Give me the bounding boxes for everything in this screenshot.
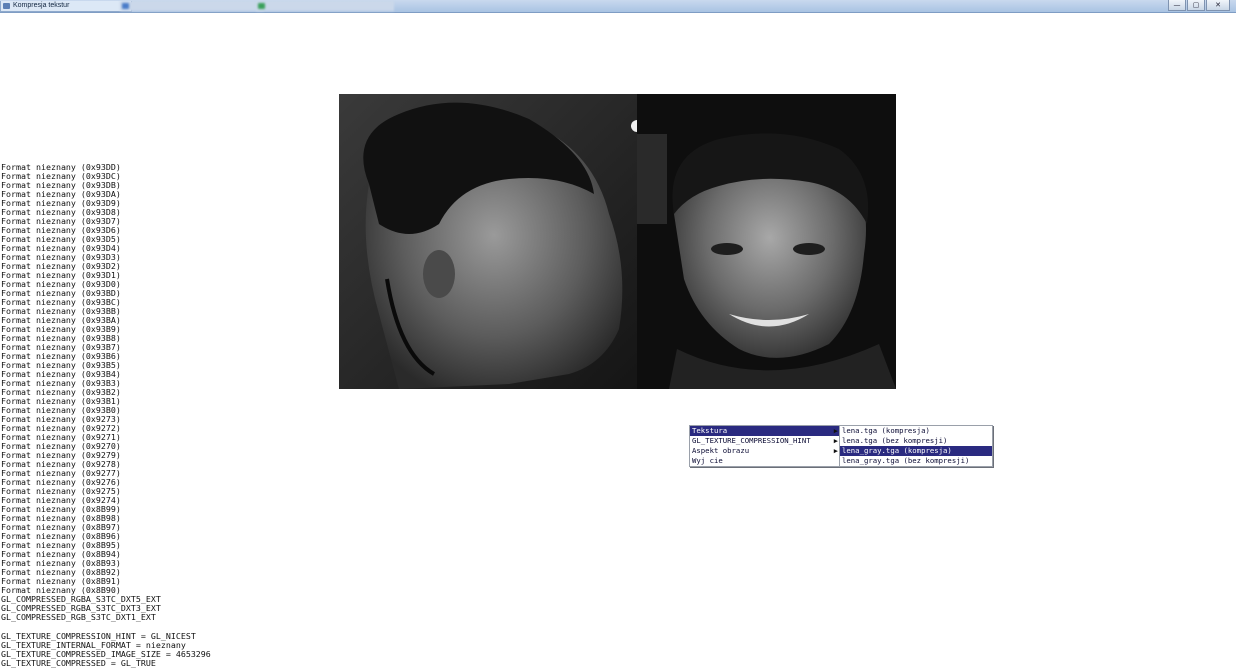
submenu-item-label: lena_gray.tga (bez kompresji)	[842, 456, 970, 465]
close-button[interactable]: ✕	[1206, 0, 1230, 11]
gl-texture-info: GL_TEXTURE_COMPRESSION_HINT = GL_NICEST G…	[1, 632, 211, 668]
minimize-icon: —	[1173, 1, 1181, 9]
sign-board	[637, 134, 667, 224]
right-eye	[793, 243, 825, 255]
context-menu: Tekstura ▶ GL_TEXTURE_COMPRESSION_HINT ▶ Asp…	[689, 425, 840, 467]
close-icon: ✕	[1215, 1, 1221, 9]
texture-viewport	[339, 94, 896, 389]
app-icon	[3, 3, 10, 9]
menu-item-2[interactable]: Aspekt obrazu ▶	[690, 446, 839, 456]
texture-submenu: lena.tga (kompresja) lena.tga (bez kompre…	[839, 425, 993, 467]
menu-item-label: Aspekt obrazu	[692, 446, 750, 455]
taskbar-item-3[interactable]	[256, 1, 394, 11]
submenu-item-1[interactable]: lena.tga (bez kompresji)	[840, 436, 992, 446]
maximize-button[interactable]: ▢	[1187, 0, 1205, 11]
submenu-item-0[interactable]: lena.tga (kompresja)	[840, 426, 992, 436]
submenu-arrow-icon: ▶	[833, 427, 838, 435]
submenu-item-label: lena.tga (bez kompresji)	[842, 436, 948, 445]
window-title: Kompresja tekstur	[13, 2, 70, 9]
submenu-arrow-icon: ▶	[833, 437, 838, 445]
menu-item-1[interactable]: GL_TEXTURE_COMPRESSION_HINT ▶	[690, 436, 839, 446]
menu-item-3[interactable]: Wyj cie	[690, 456, 839, 466]
menu-item-label: Wyj cie	[692, 456, 723, 465]
submenu-arrow-icon: ▶	[833, 447, 838, 455]
submenu-item-label: lena_gray.tga (kompresja)	[842, 446, 952, 455]
window-controls: — ▢ ✕	[1168, 0, 1230, 11]
left-eye	[711, 243, 743, 255]
window-title-bar: Kompresja tekstur — ▢ ✕	[0, 0, 1236, 13]
menu-item-label: Tekstura	[692, 426, 728, 435]
gl-info-line: GL_TEXTURE_COMPRESSED = GL_TRUE	[1, 658, 156, 668]
profile-ear	[423, 250, 455, 298]
compressed-formats-list: Format nieznany (0x93DD) Format nieznany …	[1, 163, 161, 622]
browser-icon	[122, 3, 129, 9]
taskbar-item-2[interactable]	[120, 1, 264, 11]
submenu-item-2[interactable]: lena_gray.tga (kompresja)	[840, 446, 992, 456]
menu-item-0[interactable]: Tekstura ▶	[690, 426, 839, 436]
submenu-item-label: lena.tga (kompresja)	[842, 426, 930, 435]
minimize-button[interactable]: —	[1168, 0, 1186, 11]
format-list-item: GL_COMPRESSED_RGB_S3TC_DXT1_EXT	[1, 612, 156, 622]
menu-item-label: GL_TEXTURE_COMPRESSION_HINT	[692, 436, 811, 445]
taskbar-item-active[interactable]: Kompresja tekstur	[0, 1, 132, 12]
texture-image	[339, 94, 896, 389]
submenu-item-3[interactable]: lena_gray.tga (bez kompresji)	[840, 456, 992, 466]
app2-icon	[258, 3, 265, 9]
maximize-icon: ▢	[1192, 1, 1200, 9]
